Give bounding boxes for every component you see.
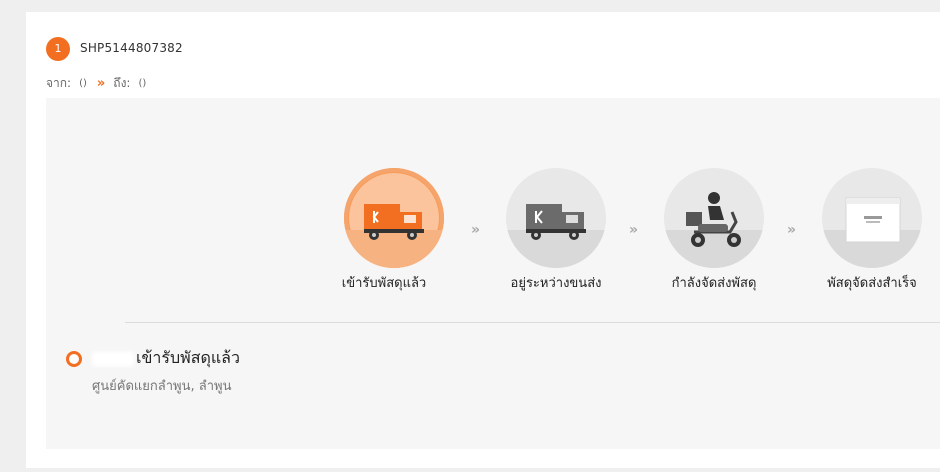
step-label: กำลังจัดส่งพัสดุ	[671, 276, 757, 291]
divider	[125, 322, 940, 323]
orange-truck-icon	[364, 204, 424, 240]
status-title-text: เข้ารับพัสดุแล้ว	[136, 348, 240, 367]
step-delivered-circle	[822, 168, 922, 268]
route-arrow-icon: »	[96, 76, 106, 91]
step-in-transit-circle	[506, 168, 606, 268]
shipment-index-badge: 1	[46, 37, 70, 61]
step-in-transit: อยู่ระหว่างขนส่ง	[496, 168, 616, 293]
step-label: เข้ารับพัสดุแล้ว	[341, 276, 427, 291]
from-label: จาก:	[46, 76, 72, 90]
status-title: เข้ารับพัสดุแล้ว	[92, 346, 240, 371]
step-out-for-delivery-circle	[664, 168, 764, 268]
package-box-icon	[845, 197, 901, 243]
status-dot-icon	[66, 351, 82, 367]
step-out-for-delivery: กำลังจัดส่งพัสดุ	[654, 168, 774, 293]
from-value: ()	[79, 78, 87, 89]
gray-truck-icon	[526, 204, 586, 240]
to-value: ()	[138, 78, 147, 89]
to-label: ถึง:	[113, 76, 131, 90]
step-chevron-icon: »	[629, 222, 638, 238]
scooter-courier-icon	[686, 192, 741, 247]
step-picked-up: เข้ารับพัสดุแล้ว	[334, 168, 454, 293]
step-delivered: พัสดุจัดส่งสำเร็จ	[812, 168, 932, 293]
step-label: พัสดุจัดส่งสำเร็จ	[827, 276, 917, 291]
status-location: ศูนย์คัดแยกลำพูน, ลำพูน	[92, 379, 232, 394]
step-chevron-icon: »	[471, 222, 480, 238]
redacted-date	[92, 351, 134, 366]
route-line: จาก: () » ถึง: ()	[46, 74, 146, 93]
tracking-panel	[46, 98, 940, 449]
tracking-number[interactable]: SHP5144807382	[80, 41, 183, 55]
step-label: อยู่ระหว่างขนส่ง	[510, 276, 602, 291]
step-chevron-icon: »	[787, 222, 796, 238]
step-picked-up-circle	[344, 168, 444, 268]
